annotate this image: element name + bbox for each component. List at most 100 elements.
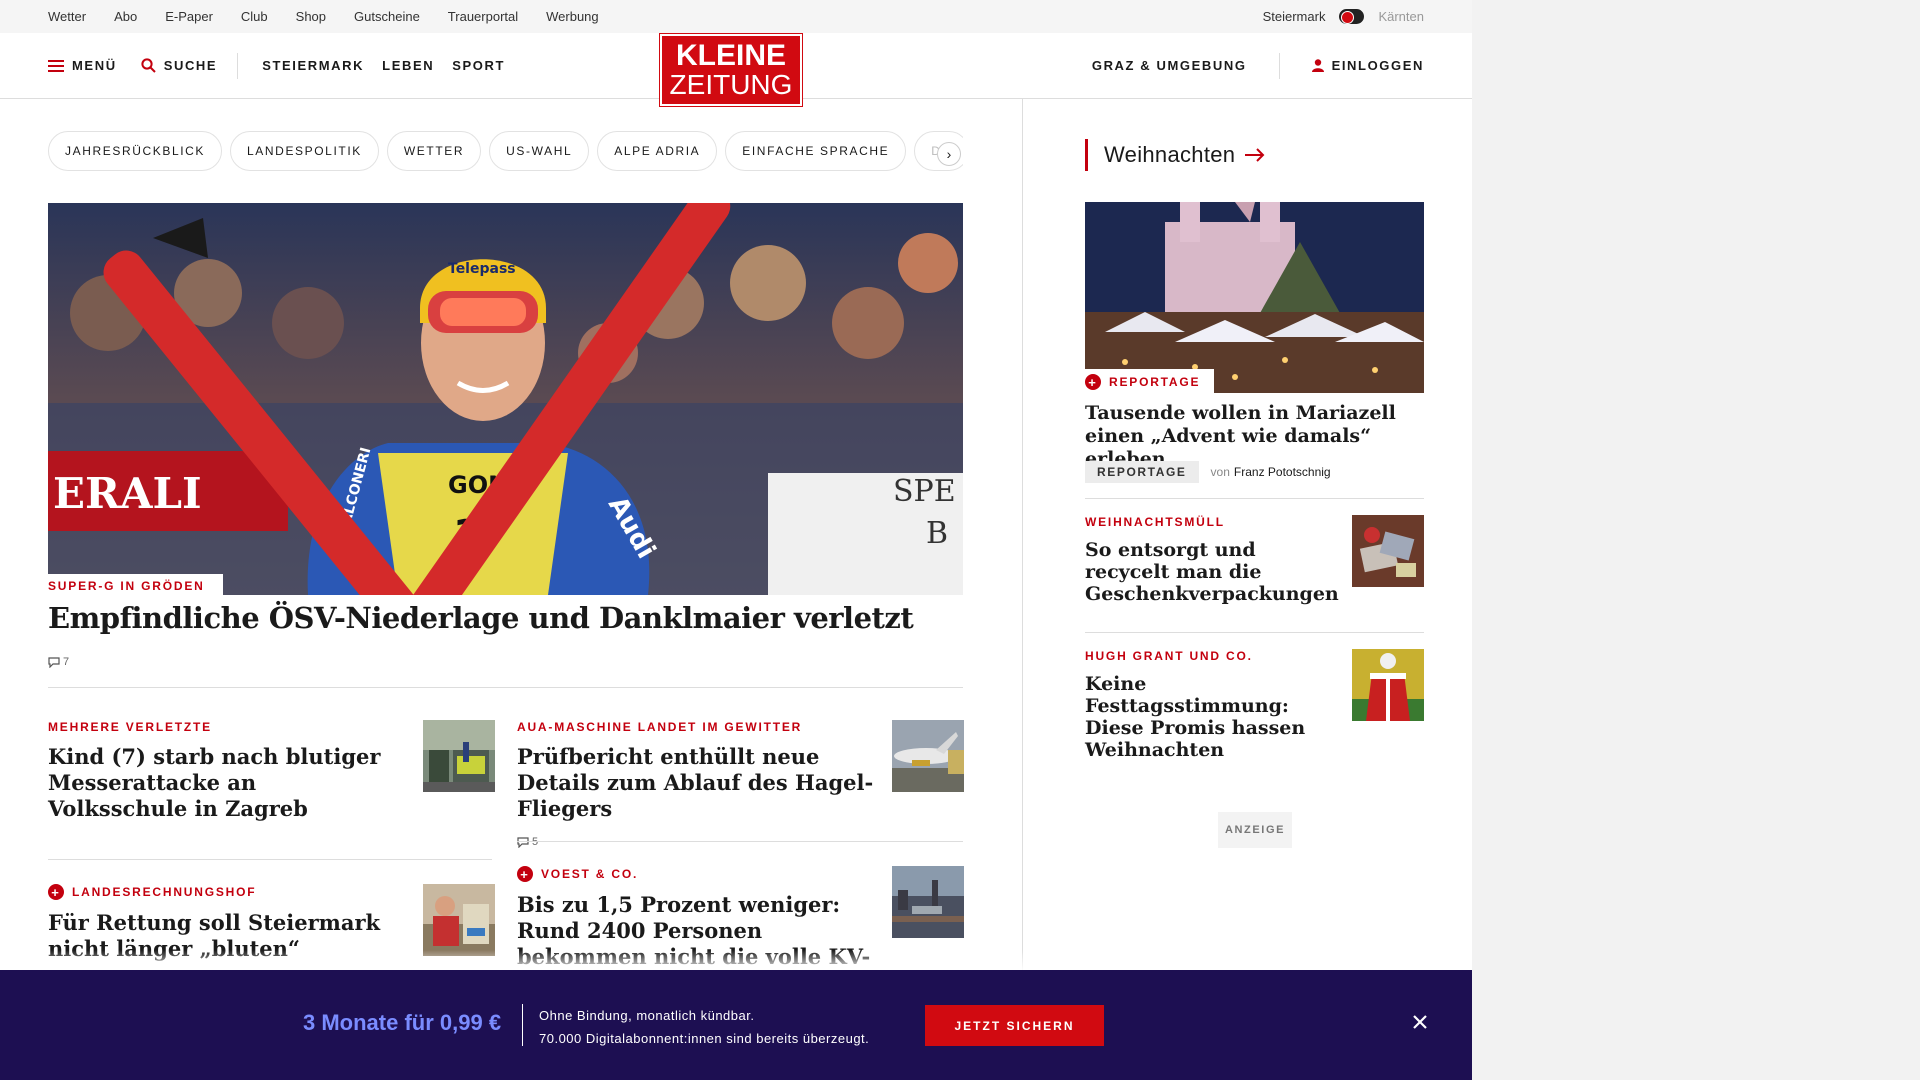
industry-image — [892, 866, 964, 938]
sidebar-article[interactable]: HUGH GRANT UND CO. Keine Festtagsstimmun… — [1085, 649, 1424, 761]
article-thumbnail[interactable] — [892, 866, 964, 938]
plus-icon: + — [48, 884, 64, 900]
subscription-banner: 3 Monate für 0,99 € Ohne Bindung, monatl… — [0, 970, 1472, 1080]
hero-title[interactable]: Empfindliche ÖSV-Niederlage und Danklmai… — [48, 601, 914, 635]
sidebar: Weihnachten — [1085, 100, 1424, 393]
utility-link-club[interactable]: Club — [241, 9, 268, 24]
featured-kicker: + REPORTAGE — [1085, 369, 1215, 395]
region-kaernten[interactable]: Kärnten — [1378, 9, 1424, 24]
header-right: GRAZ & UMGEBUNG EINLOGGEN — [1092, 52, 1424, 79]
sidebar-article-thumbnail[interactable] — [1352, 649, 1424, 721]
police-scene-image — [423, 720, 495, 792]
search-icon — [141, 58, 156, 73]
region-toggle[interactable] — [1339, 9, 1365, 24]
article-title[interactable]: Prüfbericht enthüllt neue Details zum Ab… — [517, 744, 877, 822]
arrow-right-icon — [1245, 148, 1265, 162]
ad-label: ANZEIGE — [1218, 812, 1292, 848]
sidebar-article-thumbnail[interactable] — [1352, 515, 1424, 587]
user-icon — [1311, 59, 1324, 72]
separator — [1085, 498, 1424, 499]
comment-icon — [517, 836, 529, 848]
region-link-graz[interactable]: GRAZ & UMGEBUNG — [1092, 52, 1280, 79]
article-thumbnail[interactable] — [892, 720, 964, 792]
airplane-image — [892, 720, 964, 792]
sidebar-article-title[interactable]: So entsorgt und recycelt man die Geschen… — [1085, 539, 1339, 605]
byline-prefix: von — [1210, 465, 1230, 479]
nav-leben[interactable]: LEBEN — [382, 58, 434, 73]
topic-chip[interactable]: WETTER — [386, 131, 482, 171]
kleine-zeitung-logo[interactable]: KLEINE ZEITUNG — [659, 33, 803, 107]
skier-photo: ERALI SPE B GONC 1 Telepass Audi FALCONE… — [48, 203, 963, 595]
logo-line2: ZEITUNG — [669, 69, 793, 100]
featured-meta: REPORTAGE von Franz Pototschnig — [1085, 461, 1331, 483]
gift-wrapping-image — [1352, 515, 1424, 587]
sponsor-text: ERALI — [53, 469, 202, 518]
nav-sport[interactable]: SPORT — [452, 58, 505, 73]
logo-line1: KLEINE — [675, 39, 786, 72]
menu-button[interactable]: MENÜ — [48, 58, 117, 73]
page: Wetter Abo E-Paper Club Shop Gutscheine … — [0, 0, 1472, 1080]
topic-chip[interactable]: LANDESPOLITIK — [230, 131, 379, 171]
login-label: EINLOGGEN — [1331, 58, 1424, 73]
section-heading[interactable]: Weihnachten — [1085, 139, 1424, 171]
svg-text:Telepass: Telepass — [448, 261, 516, 277]
article-comments[interactable]: 5 — [517, 836, 964, 848]
topic-chip[interactable]: JAHRESRÜCKBLICK — [48, 131, 223, 171]
banner-divider — [522, 1004, 523, 1046]
hero-image[interactable]: ERALI SPE B GONC 1 Telepass Audi FALCONE… — [48, 203, 963, 595]
utility-link-gutscheine[interactable]: Gutscheine — [354, 9, 420, 24]
main-header: MENÜ SUCHE STEIERMARK LEBEN SPORT KLEINE… — [0, 33, 1472, 107]
topic-chip[interactable]: US-WAHL — [489, 131, 590, 171]
santa-costume-image — [1352, 649, 1424, 721]
article-kicker-text: VOEST & CO. — [541, 867, 639, 881]
utility-link-wetter[interactable]: Wetter — [48, 9, 86, 24]
utility-links: Wetter Abo E-Paper Club Shop Gutscheine … — [48, 9, 599, 24]
hamburger-icon — [48, 59, 64, 72]
main-nav: STEIERMARK LEBEN SPORT — [237, 52, 505, 79]
region-switch: Steiermark Kärnten — [1263, 9, 1424, 24]
separator — [1085, 632, 1424, 633]
featured-kicker-text: REPORTAGE — [1109, 375, 1201, 389]
banner-line1: Ohne Bindung, monatlich kündbar. — [539, 1008, 755, 1023]
search-button[interactable]: SUCHE — [141, 58, 218, 73]
utility-link-shop[interactable]: Shop — [296, 9, 326, 24]
hero-comments[interactable]: 7 — [48, 656, 69, 668]
christmas-market-image — [1085, 202, 1424, 393]
hero-comment-count: 7 — [63, 656, 70, 668]
article-comment-count: 5 — [532, 836, 539, 848]
rescue-image — [423, 884, 495, 956]
sidebar-article[interactable]: WEIHNACHTSMÜLL So entsorgt und recycelt … — [1085, 515, 1424, 605]
banner-line2: 70.000 Digitalabonnent:innen sind bereit… — [539, 1031, 870, 1046]
sidebar-article-title[interactable]: Keine Festtagsstimmung: Diese Promis has… — [1085, 673, 1335, 761]
article-title[interactable]: Kind (7) starb nach blutiger Messerattac… — [48, 744, 388, 822]
chevron-right-icon[interactable]: › — [937, 142, 961, 166]
separator — [517, 841, 963, 842]
article-card[interactable]: AUA-MASCHINE LANDET IM GEWITTER Prüfberi… — [517, 720, 964, 848]
article-thumbnail[interactable] — [423, 720, 495, 792]
featured-image[interactable] — [1085, 202, 1424, 393]
right-background — [1472, 0, 1920, 1080]
utility-link-epaper[interactable]: E-Paper — [165, 9, 213, 24]
utility-link-trauerportal[interactable]: Trauerportal — [448, 9, 518, 24]
article-thumbnail[interactable] — [423, 884, 495, 956]
byline-author[interactable]: Franz Pototschnig — [1234, 465, 1331, 479]
sponsor-text-right: SPE — [893, 474, 956, 509]
topic-chip[interactable]: ALPE ADRIA — [597, 131, 718, 171]
utility-link-abo[interactable]: Abo — [114, 9, 137, 24]
column-divider — [1022, 99, 1023, 980]
utility-link-werbung[interactable]: Werbung — [546, 9, 599, 24]
plus-icon: + — [517, 866, 533, 882]
topic-chip[interactable]: EINFACHE SPRACHE — [725, 131, 907, 171]
login-button[interactable]: EINLOGGEN — [1280, 58, 1424, 73]
region-steiermark[interactable]: Steiermark — [1263, 9, 1326, 24]
menu-label: MENÜ — [72, 58, 117, 73]
close-icon[interactable] — [1409, 1011, 1431, 1033]
content-fade — [0, 950, 1472, 970]
hero-kicker[interactable]: SUPER-G IN GRÖDEN — [48, 574, 223, 598]
subscribe-button[interactable]: JETZT SICHERN — [925, 1005, 1104, 1046]
search-label: SUCHE — [163, 58, 218, 73]
comment-icon — [48, 656, 60, 668]
nav-steiermark[interactable]: STEIERMARK — [262, 58, 364, 73]
article-card[interactable]: MEHRERE VERLETZTE Kind (7) starb nach bl… — [48, 720, 495, 822]
plus-icon: + — [1085, 374, 1101, 390]
